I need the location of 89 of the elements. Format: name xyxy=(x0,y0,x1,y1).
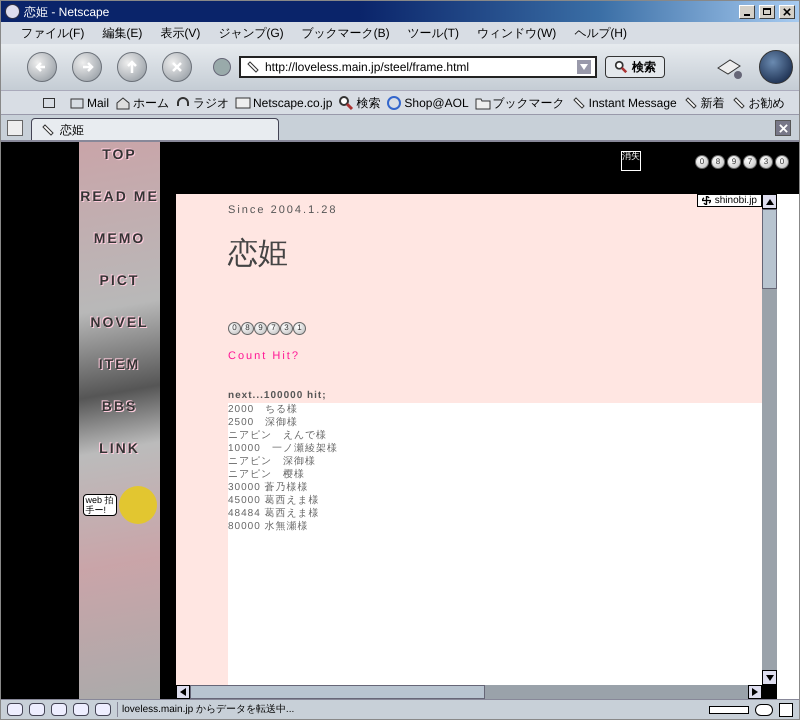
web-clap-bubble[interactable]: web 拍手ー! xyxy=(82,494,116,516)
counter-digit: 0 xyxy=(775,155,789,169)
house-icon xyxy=(115,94,132,110)
kiriban-entry: 80000 水無瀬様 xyxy=(228,520,310,533)
close-icon xyxy=(783,8,791,16)
menu-item[interactable]: ブックマーク(B) xyxy=(302,24,390,42)
nav-link[interactable]: MEMO xyxy=(94,226,146,268)
address-field[interactable]: http://loveless.main.jp/steel/frame.html xyxy=(239,56,597,78)
next-hit-label: next...100000 hit; xyxy=(228,389,328,403)
horizontal-scrollbar[interactable] xyxy=(176,685,762,699)
search-button[interactable]: 検索 xyxy=(605,56,665,78)
kiriban-entry: 10000 一ノ瀬綾架様 xyxy=(228,442,339,455)
minimize-button[interactable] xyxy=(739,4,755,18)
back-button[interactable] xyxy=(27,52,57,82)
link-icon xyxy=(570,94,587,110)
window-title: 恋姫 - Netscape xyxy=(24,4,110,20)
toolbar-link[interactable]: 検索 xyxy=(338,94,380,112)
toolbar-link[interactable]: ブックマーク xyxy=(474,94,565,112)
toolbar-link[interactable]: Shop@AOL xyxy=(386,94,469,112)
counter-digit: 3 xyxy=(280,322,293,334)
reload-button[interactable] xyxy=(117,52,147,82)
new-tab-icon[interactable] xyxy=(7,120,23,136)
count-hit-label: Count Hit? xyxy=(228,348,301,364)
scrollbar-thumb[interactable] xyxy=(762,209,777,289)
search-icon xyxy=(338,94,354,110)
counter-digit: 8 xyxy=(241,322,254,334)
kiriban-entry: ニアピン 樱様 xyxy=(228,468,306,481)
kiriban-entry: 2500 深御様 xyxy=(228,416,300,429)
scrollbar-thumb[interactable] xyxy=(190,685,485,699)
vanish-icon[interactable]: 消失 xyxy=(621,151,641,171)
toolbar-link[interactable]: Mail xyxy=(69,94,110,112)
nav-link[interactable]: TOP xyxy=(102,142,137,184)
link-icon xyxy=(682,94,699,110)
kiriban-entry: ニアピン 深御様 xyxy=(228,455,317,468)
menu-item[interactable]: ツール(T) xyxy=(408,24,459,42)
counter-digit: 1 xyxy=(293,322,306,334)
menu-item[interactable]: 表示(V) xyxy=(160,24,200,42)
sidebar-toggle-icon[interactable] xyxy=(43,98,55,108)
status-text: loveless.main.jp からデータを転送中... xyxy=(117,702,703,717)
stop-button[interactable] xyxy=(162,52,192,82)
down-arrow-icon xyxy=(766,674,774,682)
close-tab-button[interactable] xyxy=(775,120,791,136)
right-arrow-icon xyxy=(751,688,759,696)
toolbar-link[interactable]: お勧め xyxy=(730,94,785,112)
tab[interactable]: 恋姫 xyxy=(31,118,279,140)
maximize-button[interactable] xyxy=(759,4,775,18)
nav-link[interactable]: PICT xyxy=(100,268,140,310)
vertical-scrollbar[interactable] xyxy=(762,194,777,685)
close-icon xyxy=(778,124,788,132)
toolbar-link[interactable]: Instant Message xyxy=(570,94,677,112)
nav-link[interactable]: LINK xyxy=(99,436,140,478)
kiriban-entry: 2000 ちる様 xyxy=(228,403,300,416)
page-title: 恋姫 xyxy=(228,234,289,272)
link-icon xyxy=(245,59,261,75)
toolbar-link[interactable]: ラジオ xyxy=(175,94,230,112)
character-placeholder xyxy=(118,486,156,524)
toolbar-link[interactable]: ホーム xyxy=(115,94,170,112)
toolbar-link[interactable]: 新着 xyxy=(682,94,725,112)
counter-digit: 0 xyxy=(228,322,241,334)
menu-item[interactable]: 編集(E) xyxy=(102,24,142,42)
counter-digit: 9 xyxy=(727,155,741,169)
close-button[interactable] xyxy=(779,4,795,18)
link-icon xyxy=(730,94,747,110)
search-icon xyxy=(614,60,628,74)
up-arrow-icon xyxy=(766,198,774,206)
pinwheel-icon xyxy=(702,196,711,205)
counter-digit: 9 xyxy=(254,322,267,334)
kiriban-entry: 48484 葛西えま様 xyxy=(228,507,321,520)
kiriban-entry: 30000 蒼乃様様 xyxy=(228,481,310,494)
counter-digit: 8 xyxy=(711,155,725,169)
link-icon xyxy=(40,122,56,138)
left-arrow-icon xyxy=(179,688,187,696)
counter-digit: 7 xyxy=(743,155,757,169)
kiriban-entry: 45000 葛西えま様 xyxy=(228,494,321,507)
nav-link[interactable]: NOVEL xyxy=(90,310,149,352)
counter-digit: 0 xyxy=(695,155,709,169)
menu-item[interactable]: ウィンドウ(W) xyxy=(476,24,556,42)
menu-item[interactable]: ジャンプ(G) xyxy=(218,24,284,42)
kiriban-entry: ニアピン えんで様 xyxy=(228,429,328,442)
since-date: Since 2004.1.28 xyxy=(228,203,339,218)
counter-digit: 3 xyxy=(759,155,773,169)
forward-button[interactable] xyxy=(72,52,102,82)
counter-digit: 7 xyxy=(267,322,280,334)
toolbar-link[interactable]: Netscape.co.jp xyxy=(235,94,332,112)
nav-link[interactable]: READ ME xyxy=(80,184,159,226)
shinobi-badge[interactable]: shinobi.jp xyxy=(696,194,762,207)
dropdown-button[interactable] xyxy=(213,58,231,76)
menu-item[interactable]: ファイル(F) xyxy=(21,24,84,42)
menu-item[interactable]: ヘルプ(H) xyxy=(574,24,627,42)
